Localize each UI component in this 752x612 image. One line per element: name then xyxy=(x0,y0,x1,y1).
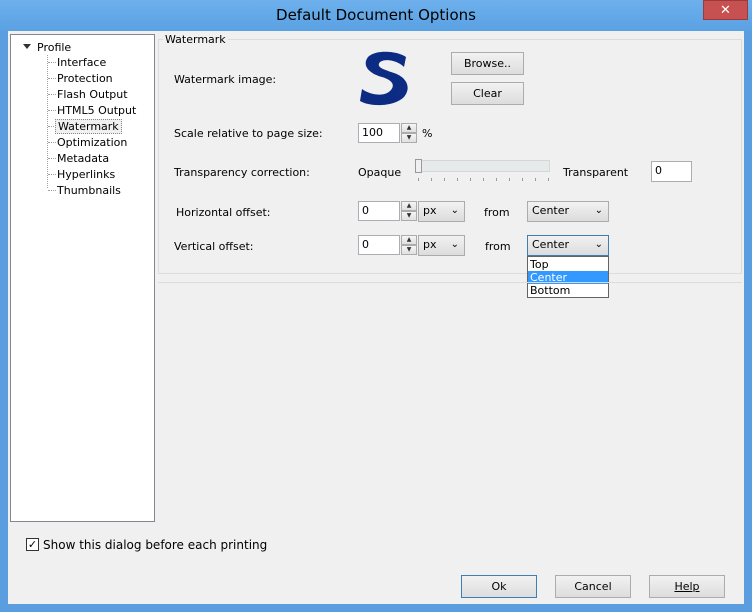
section-divider xyxy=(158,282,742,283)
window-title: Default Document Options xyxy=(276,6,476,24)
show-dialog-label[interactable]: Show this dialog before each printing xyxy=(43,538,267,552)
tree-item-flash-output[interactable]: Flash Output xyxy=(57,88,128,101)
tree-item-profile[interactable]: Profile xyxy=(37,41,71,54)
horizontal-unit-value: px xyxy=(423,204,437,217)
vertical-anchor-dropdown[interactable]: Top Center Bottom xyxy=(527,256,609,298)
scale-input[interactable]: 100 xyxy=(358,123,400,143)
clear-button[interactable]: Clear xyxy=(451,82,524,105)
vertical-offset-spinner[interactable]: ▲ ▼ xyxy=(401,235,417,255)
tree-connector xyxy=(48,190,56,191)
help-button-label: Help xyxy=(674,580,700,593)
watermark-logo-shape xyxy=(360,51,408,106)
tree-item-protection[interactable]: Protection xyxy=(57,72,113,85)
options-tree[interactable]: Profile Interface Protection Flash Outpu… xyxy=(10,34,155,522)
opaque-label: Opaque xyxy=(358,166,402,179)
scale-unit: % xyxy=(422,127,433,140)
tree-connector-line xyxy=(47,55,48,188)
tree-connector xyxy=(48,142,56,143)
spin-down-icon[interactable]: ▼ xyxy=(401,211,417,221)
horizontal-from-label: from xyxy=(484,206,510,219)
vertical-offset-label: Vertical offset: xyxy=(174,240,254,253)
browse-button[interactable]: Browse.. xyxy=(451,52,524,75)
watermark-image-label: Watermark image: xyxy=(174,73,277,86)
spin-up-icon[interactable]: ▲ xyxy=(401,123,417,133)
spin-up-icon[interactable]: ▲ xyxy=(401,235,417,245)
checkmark-icon: ✓ xyxy=(27,538,38,551)
vertical-anchor-combo[interactable]: Center ⌄ xyxy=(527,235,609,256)
tree-connector xyxy=(48,174,56,175)
dialog-window: Default Document Options ✕ Profile Inter… xyxy=(0,0,752,612)
chevron-down-icon: ⌄ xyxy=(594,239,603,250)
chevron-down-icon: ⌄ xyxy=(450,205,459,216)
vertical-offset-input[interactable]: 0 xyxy=(358,235,400,255)
tree-item-html5-output[interactable]: HTML5 Output xyxy=(57,104,136,117)
tree-connector xyxy=(48,158,56,159)
scale-spinner[interactable]: ▲ ▼ xyxy=(401,123,417,143)
tree-connector xyxy=(48,94,56,95)
transparency-slider[interactable] xyxy=(416,160,550,172)
collapse-arrow-icon[interactable] xyxy=(23,44,31,49)
vertical-unit-combo[interactable]: px ⌄ xyxy=(418,235,465,256)
close-button[interactable]: ✕ xyxy=(703,0,748,20)
ok-button[interactable]: Ok xyxy=(461,575,537,598)
tree-item-thumbnails[interactable]: Thumbnails xyxy=(57,184,121,197)
horizontal-offset-spinner[interactable]: ▲ ▼ xyxy=(401,201,417,221)
dropdown-option-bottom[interactable]: Bottom xyxy=(528,284,608,297)
show-dialog-checkbox[interactable]: ✓ xyxy=(26,538,39,551)
transparent-label: Transparent xyxy=(563,166,629,179)
horizontal-offset-label: Horizontal offset: xyxy=(176,206,271,219)
vertical-from-label: from xyxy=(485,240,511,253)
chevron-down-icon: ⌄ xyxy=(450,239,459,250)
slider-ticks xyxy=(418,178,549,181)
transparency-input[interactable]: 0 xyxy=(651,161,692,182)
vertical-unit-value: px xyxy=(423,238,437,251)
horizontal-offset-input[interactable]: 0 xyxy=(358,201,400,221)
watermark-group-title: Watermark xyxy=(163,33,228,46)
tree-item-watermark[interactable]: Watermark xyxy=(55,119,122,134)
spin-up-icon[interactable]: ▲ xyxy=(401,201,417,211)
scale-label: Scale relative to page size: xyxy=(174,127,323,140)
dropdown-option-top[interactable]: Top xyxy=(528,258,608,271)
spin-down-icon[interactable]: ▼ xyxy=(401,133,417,143)
tree-connector xyxy=(48,78,56,79)
vertical-anchor-value: Center xyxy=(532,238,570,251)
transparency-label: Transparency correction: xyxy=(174,166,310,179)
help-button[interactable]: Help xyxy=(649,575,725,598)
title-bar[interactable]: Default Document Options ✕ xyxy=(0,0,752,31)
tree-item-interface[interactable]: Interface xyxy=(57,56,106,69)
tree-item-optimization[interactable]: Optimization xyxy=(57,136,127,149)
spin-down-icon[interactable]: ▼ xyxy=(401,245,417,255)
horizontal-anchor-value: Center xyxy=(532,204,570,217)
chevron-down-icon: ⌄ xyxy=(594,205,603,216)
tree-connector xyxy=(48,62,56,63)
horizontal-anchor-combo[interactable]: Center ⌄ xyxy=(527,201,609,222)
transparency-slider-thumb[interactable] xyxy=(415,159,422,173)
tree-item-hyperlinks[interactable]: Hyperlinks xyxy=(57,168,115,181)
watermark-preview-image xyxy=(360,51,408,106)
tree-connector xyxy=(48,110,56,111)
dialog-client-area: Profile Interface Protection Flash Outpu… xyxy=(8,31,744,604)
tree-item-metadata[interactable]: Metadata xyxy=(57,152,109,165)
cancel-button[interactable]: Cancel xyxy=(555,575,631,598)
horizontal-unit-combo[interactable]: px ⌄ xyxy=(418,201,465,222)
